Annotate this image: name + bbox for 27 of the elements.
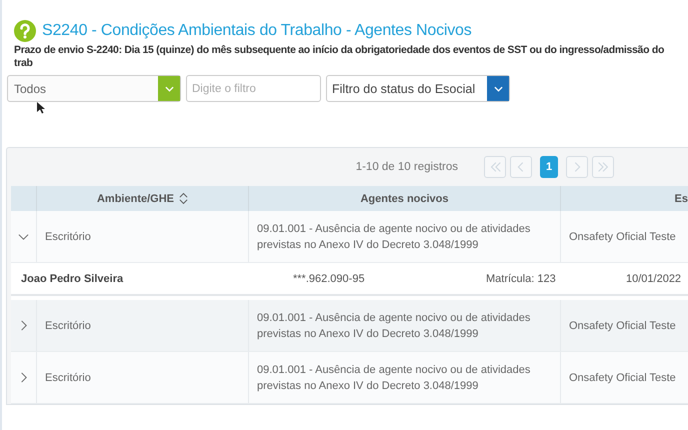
table-cell-text: Onsafety Oficial Teste	[569, 318, 676, 334]
filter-input[interactable]: Digite o filtro	[186, 75, 321, 102]
table-cell-text: 09.01.001 - Ausência de agente nocivo ou de atividades previstas no Anexo IV do Decreto 3.048/1999	[257, 362, 532, 394]
esocial-status-select[interactable]: Filtro do status do Esocial	[326, 75, 510, 102]
chevron-down-icon[interactable]	[494, 86, 502, 92]
table-cell-text: Escritório	[45, 370, 91, 386]
page-title: S2240 - Condições Ambientais do Trabalho - Agentes Nocivos	[42, 22, 472, 40]
column-header: Agentes nocivos	[360, 192, 449, 204]
table-cell-text: 09.01.001 - Ausência de agente nocivo ou de atividades previstas no Anexo IV do Decreto 3.048/1999	[257, 222, 532, 252]
sort-icon[interactable]	[179, 192, 188, 205]
employee-date: 10/01/2022	[626, 272, 682, 284]
column-header: Es	[674, 192, 688, 204]
records-summary: 1-10 de 10 registros	[356, 161, 458, 173]
table-cell-text: Onsafety Oficial Teste	[569, 230, 676, 244]
employee-cpf: ***.962.090-95	[292, 272, 366, 284]
chevron-down-icon[interactable]	[164, 86, 174, 92]
help-icon[interactable]	[14, 20, 36, 42]
status-select[interactable]: Todos	[7, 75, 181, 102]
employee-name: Joao Pedro Silveira	[20, 272, 124, 284]
employee-registration: Matrícula: 123	[486, 272, 557, 284]
column-header[interactable]: Ambiente/GHE	[96, 192, 174, 204]
table-cell-text: Escritório	[45, 230, 91, 244]
mouse-cursor-icon	[37, 102, 45, 114]
table-cell-text: Onsafety Oficial Teste	[569, 370, 676, 386]
table-cell-text: Escritório	[45, 318, 91, 334]
table-cell-text: 09.01.001 - Ausência de agente nocivo ou de atividades previstas no Anexo IV do Decreto 3.048/1999	[257, 310, 532, 342]
deadline-note: Prazo de envio S-2240: Dia 15 (quinze) do mês subsequente ao início da obrigatoriedade dos eventos de SST ou do ingresso/admissão do trab	[13, 43, 666, 70]
